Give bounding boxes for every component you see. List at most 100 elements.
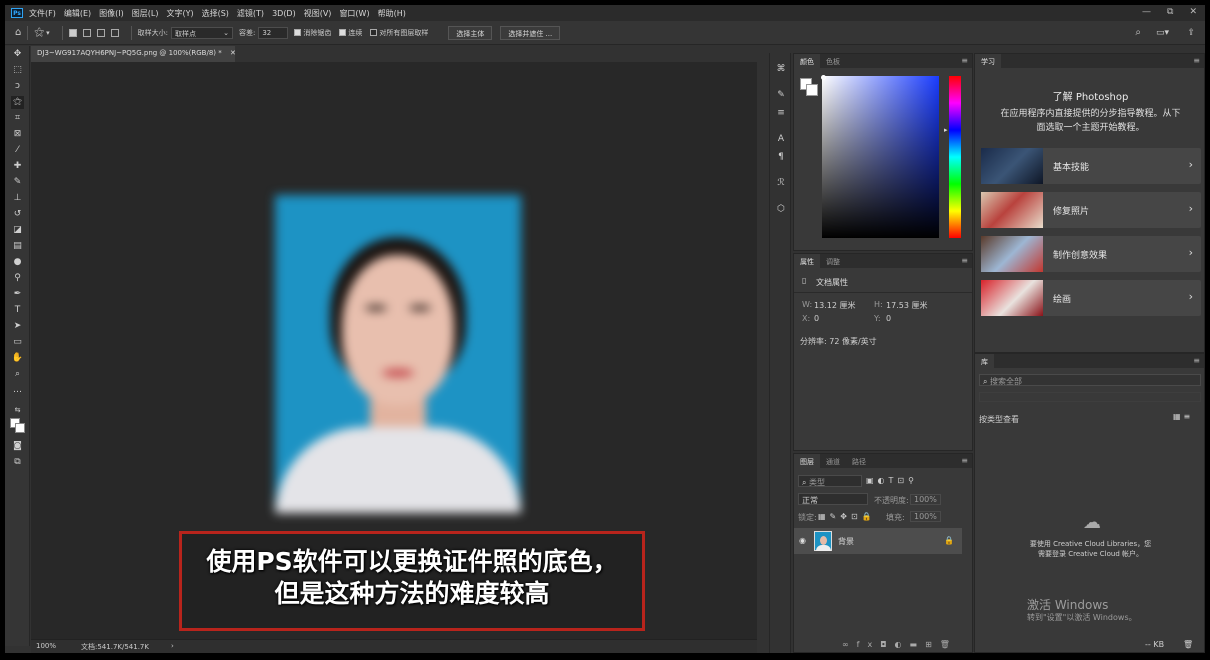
panel-menu-icon[interactable]: ≡ (1193, 56, 1200, 65)
search-icon[interactable]: ⌕ (1135, 27, 1141, 38)
library-search-input[interactable]: ⌕ 搜索全部 (979, 374, 1201, 386)
learn-card-painting[interactable]: 绘画 › (981, 280, 1201, 316)
tab-learn[interactable]: 学习 (975, 54, 1001, 68)
antialias-checkbox[interactable] (294, 29, 302, 36)
menu-edit[interactable]: 编辑(E) (64, 8, 91, 19)
color-picker-cursor[interactable] (821, 75, 826, 80)
learn-card-basic-skills[interactable]: 基本技能 › (981, 148, 1201, 184)
document-tab[interactable]: DJ3~WG917AQYH6PNJ~PQ5G.png @ 100%(RGB/8)… (31, 46, 236, 62)
opacity-input[interactable]: 100% (910, 494, 941, 505)
learn-card-creative-effects[interactable]: 制作创意效果 › (981, 236, 1201, 272)
visibility-eye-icon[interactable]: ◉ (799, 536, 806, 545)
x-value[interactable]: 0 (814, 314, 819, 323)
learn-card-fix-photo[interactable]: 修复照片 › (981, 192, 1201, 228)
blend-mode-dropdown[interactable]: 正常 (798, 493, 868, 505)
tolerance-input[interactable]: 32 (258, 26, 289, 39)
add-to-selection-icon[interactable] (82, 28, 91, 37)
fill-input[interactable]: 100% (910, 511, 941, 522)
frame-tool-icon[interactable]: ⊠ (11, 128, 24, 141)
brushes-panel-icon[interactable]: ✎ (775, 89, 787, 101)
blur-tool-icon[interactable]: ● (11, 256, 24, 269)
zoom-level[interactable]: 100% (36, 642, 56, 650)
tab-properties[interactable]: 属性 (794, 254, 820, 268)
menu-select[interactable]: 选择(S) (202, 8, 229, 19)
screen-mode-icon[interactable]: ⧉ (11, 456, 24, 469)
more-tools-icon[interactable]: … (11, 384, 24, 397)
color-field[interactable] (822, 76, 939, 238)
minimize-button[interactable]: — (1142, 7, 1151, 17)
tab-paths[interactable]: 路径 (846, 454, 872, 468)
gradient-tool-icon[interactable]: ▤ (11, 240, 24, 253)
magic-wand-tool-icon[interactable]: ⚝ (11, 96, 24, 109)
view-mode-icons[interactable]: ▦≡ (1173, 412, 1193, 421)
healing-brush-tool-icon[interactable]: ✚ (11, 160, 24, 173)
subtract-selection-icon[interactable] (96, 28, 105, 37)
panel-menu-icon[interactable]: ≡ (961, 256, 968, 265)
height-value[interactable]: 17.53 厘米 (886, 300, 927, 311)
character-panel-icon[interactable]: A (775, 133, 787, 145)
brush-settings-icon[interactable]: ≡ (775, 107, 787, 119)
status-menu-chevron-icon[interactable]: › (171, 642, 174, 650)
sample-size-dropdown[interactable]: 取样点 ⌄ (170, 26, 233, 39)
marquee-tool-icon[interactable]: ⬚ (11, 64, 24, 77)
pen-tool-icon[interactable]: ✒ (11, 288, 24, 301)
rectangle-tool-icon[interactable]: ▭ (11, 336, 24, 349)
intersect-selection-icon[interactable] (110, 28, 119, 37)
stamp-tool-icon[interactable]: ⊥ (11, 192, 24, 205)
contiguous-checkbox[interactable] (339, 29, 347, 36)
share-icon[interactable]: ⇪ (1187, 28, 1195, 38)
hue-slider-handle-icon[interactable]: ▸ (944, 126, 948, 134)
tab-swatches[interactable]: 色板 (820, 54, 846, 68)
tab-adjustments[interactable]: 调整 (820, 254, 846, 268)
select-and-mask-button[interactable]: 选择并遮住 ... (500, 25, 561, 40)
library-selector[interactable] (979, 392, 1201, 402)
close-button[interactable]: ✕ (1189, 7, 1197, 17)
menu-3d[interactable]: 3D(D) (272, 9, 296, 18)
close-tab-icon[interactable]: ✕ (230, 49, 236, 57)
tool-preset-chevron-icon[interactable]: ▾ (46, 29, 50, 37)
path-selection-tool-icon[interactable]: ➤ (11, 320, 24, 333)
history-panel-icon[interactable]: ⌘ (775, 63, 787, 75)
paragraph-panel-icon[interactable]: ¶ (775, 151, 787, 163)
layer-name[interactable]: 背景 (838, 536, 854, 547)
crop-tool-icon[interactable]: ⌗ (11, 112, 24, 125)
restore-button[interactable]: ⧉ (1167, 7, 1173, 17)
menu-type[interactable]: 文字(Y) (166, 8, 193, 19)
brush-tool-icon[interactable]: ✎ (11, 176, 24, 189)
view-by-type-label[interactable]: 按类型查看 (979, 414, 1019, 425)
menu-filter[interactable]: 滤镜(T) (237, 8, 264, 19)
lasso-tool-icon[interactable]: ↄ (11, 80, 24, 93)
tab-layers[interactable]: 图层 (794, 454, 820, 468)
sample-all-layers-checkbox[interactable] (370, 29, 378, 36)
menu-layer[interactable]: 图层(L) (132, 8, 159, 19)
panel-menu-icon[interactable]: ≡ (961, 56, 968, 65)
layer-filter-icons[interactable]: ▣◐T⊡⚲ (866, 476, 918, 485)
new-selection-icon[interactable] (68, 28, 77, 37)
swap-colors-icon[interactable]: ⇆ (11, 404, 24, 417)
menu-window[interactable]: 窗口(W) (339, 8, 369, 19)
menu-help[interactable]: 帮助(H) (378, 8, 406, 19)
zoom-tool-icon[interactable]: ⌕ (11, 368, 24, 381)
layer-row-background[interactable]: ◉ 背景 🔒 (794, 528, 962, 554)
delete-icon[interactable]: 🗑 (1183, 640, 1193, 649)
background-color-swatch[interactable] (806, 84, 818, 96)
tab-channels[interactable]: 通道 (820, 454, 846, 468)
3d-panel-icon[interactable]: ⬡ (775, 203, 787, 215)
menu-image[interactable]: 图像(I) (99, 8, 124, 19)
quick-mask-icon[interactable]: ◙ (11, 440, 24, 453)
tab-color[interactable]: 颜色 (794, 54, 820, 68)
layer-action-icons[interactable]: ∞fx◘◐▬⊞🗑 (842, 640, 958, 649)
panel-menu-icon[interactable]: ≡ (1193, 356, 1200, 365)
type-tool-icon[interactable]: T (11, 304, 24, 317)
magic-wand-tool-icon[interactable]: ⚝ (34, 27, 44, 38)
width-value[interactable]: 13.12 厘米 (814, 300, 855, 311)
move-tool-icon[interactable]: ✥ (11, 48, 24, 61)
workspace-icon[interactable]: ▭▾ (1156, 28, 1169, 38)
tab-libraries[interactable]: 库 (975, 354, 994, 368)
home-icon[interactable]: ⌂ (15, 27, 21, 38)
layer-kind-filter[interactable]: ⌕ 类型 (798, 475, 862, 487)
glyphs-panel-icon[interactable]: ℛ (775, 177, 787, 189)
y-value[interactable]: 0 (886, 314, 891, 323)
panel-menu-icon[interactable]: ≡ (961, 456, 968, 465)
select-subject-button[interactable]: 选择主体 (448, 25, 493, 40)
